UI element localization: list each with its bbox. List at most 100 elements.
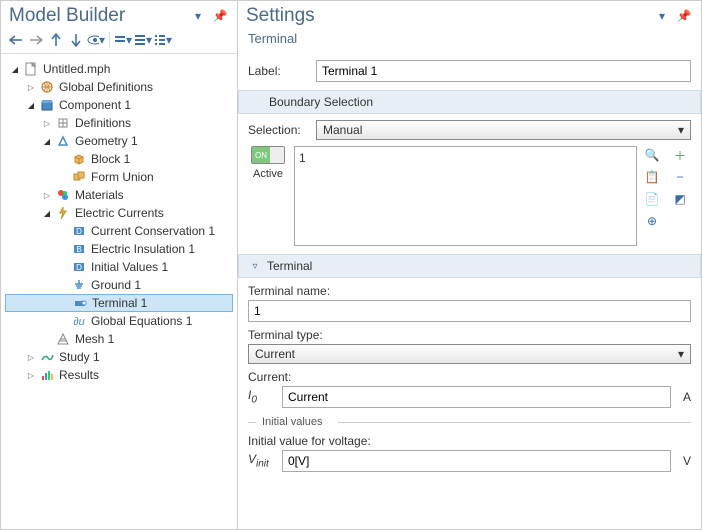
block-icon	[71, 151, 87, 167]
tree-item-untitled-mph[interactable]: ◢Untitled.mph	[5, 60, 233, 78]
show-button[interactable]: ▾	[87, 31, 105, 49]
tree-item-electric-insulation-1[interactable]: B Electric Insulation 1	[5, 240, 233, 258]
add-icon[interactable]: ＋	[671, 146, 689, 164]
current-input[interactable]	[282, 386, 671, 408]
selection-dropdown[interactable]: Manual ▾	[316, 120, 691, 140]
terminal-name-input[interactable]	[248, 300, 691, 322]
twisty-icon[interactable]: ◢	[41, 135, 53, 147]
twisty-icon[interactable]: ◢	[25, 99, 37, 111]
tree-item-component-1[interactable]: ◢ Component 1	[5, 96, 233, 114]
terminal-type-dropdown[interactable]: Current ▾	[248, 344, 691, 364]
iv-icon: D	[71, 259, 87, 275]
zoom-icon[interactable]: 🔍	[643, 146, 661, 164]
tree-item-study-1[interactable]: ▷Study 1	[5, 348, 233, 366]
settings-subtitle: Terminal	[238, 29, 701, 54]
geom-icon	[55, 133, 71, 149]
nav-down-button[interactable]	[67, 31, 85, 49]
study-icon	[39, 349, 55, 365]
list-item[interactable]: 1	[299, 151, 632, 165]
nav-back-button[interactable]	[7, 31, 25, 49]
twisty-icon[interactable]	[57, 261, 69, 273]
twisty-icon[interactable]	[57, 243, 69, 255]
cc-icon: D	[71, 223, 87, 239]
current-unit: A	[677, 390, 691, 404]
term-icon	[72, 295, 88, 311]
minimize-icon[interactable]: ▾	[189, 7, 207, 25]
tree-item-global-equations-1[interactable]: ∂u Global Equations 1	[5, 312, 233, 330]
tree-item-geometry-1[interactable]: ◢Geometry 1	[5, 132, 233, 150]
tree-item-label: Terminal 1	[90, 296, 147, 310]
init-voltage-label: Initial value for voltage:	[248, 434, 691, 448]
nav-forward-button[interactable]	[27, 31, 45, 49]
init-voltage-unit: V	[677, 454, 691, 468]
twisty-icon[interactable]	[57, 225, 69, 237]
toggle-icon[interactable]: ◩	[671, 190, 689, 208]
expand-button[interactable]: ▾	[134, 31, 152, 49]
init-voltage-input[interactable]	[282, 450, 671, 472]
component-icon	[39, 97, 55, 113]
tree-item-label: Global Equations 1	[89, 314, 192, 328]
model-builder-panel: Model Builder ▾ 📌 ▾ ▾ ▾ ▾ ◢Untitled.mph▷…	[1, 1, 238, 529]
minimize-icon[interactable]: ▾	[653, 7, 671, 25]
pin-icon[interactable]: 📌	[675, 7, 693, 25]
twisty-icon[interactable]	[57, 315, 69, 327]
tree-item-label: Component 1	[57, 98, 131, 112]
svg-text:B: B	[76, 245, 81, 254]
paste-icon[interactable]: 📋	[643, 168, 661, 186]
expand-icon: ▿	[249, 260, 261, 272]
tree-item-initial-values-1[interactable]: DInitial Values 1	[5, 258, 233, 276]
twisty-icon[interactable]: ▷	[41, 189, 53, 201]
twisty-icon[interactable]	[57, 153, 69, 165]
selection-listbox[interactable]: 1	[294, 146, 637, 246]
twisty-icon[interactable]	[58, 297, 70, 309]
svg-text:D: D	[76, 227, 82, 236]
ei-icon: B	[71, 241, 87, 257]
collapse-button[interactable]: ▾	[114, 31, 132, 49]
defs-icon	[55, 115, 71, 131]
tree-item-results[interactable]: ▷Results	[5, 366, 233, 384]
tree-item-current-conservation-1[interactable]: DCurrent Conservation 1	[5, 222, 233, 240]
settings-title: Settings	[246, 5, 315, 27]
twisty-icon[interactable]: ◢	[41, 207, 53, 219]
tree-item-terminal-1[interactable]: Terminal 1	[5, 294, 233, 312]
twisty-icon[interactable]: ◢	[9, 63, 21, 75]
init-voltage-symbol: Vinit	[248, 452, 276, 469]
initial-values-fieldset: Initial values	[248, 416, 691, 428]
select-icon[interactable]: ⊕	[643, 212, 661, 230]
label-input[interactable]	[316, 60, 691, 82]
tree-item-mesh-1[interactable]: Mesh 1	[5, 330, 233, 348]
tree-item-materials[interactable]: ▷Materials	[5, 186, 233, 204]
ge-icon: ∂u	[71, 313, 87, 329]
nav-up-button[interactable]	[47, 31, 65, 49]
model-tree[interactable]: ◢Untitled.mph▷Global Definitions ◢ Compone…	[1, 54, 237, 529]
twisty-icon[interactable]: ▷	[25, 351, 37, 363]
tree-item-label: Electric Insulation 1	[89, 242, 195, 256]
pin-icon[interactable]: 📌	[211, 7, 229, 25]
twisty-icon[interactable]	[57, 279, 69, 291]
boundary-selection-header[interactable]: Boundary Selection	[238, 90, 701, 114]
model-builder-title: Model Builder	[9, 5, 125, 27]
tree-item-block-1[interactable]: Block 1	[5, 150, 233, 168]
model-builder-header: Model Builder ▾ 📌	[1, 1, 237, 29]
results-icon	[39, 367, 55, 383]
tree-item-form-union[interactable]: Form Union	[5, 168, 233, 186]
tree-item-definitions[interactable]: ▷Definitions	[5, 114, 233, 132]
twisty-icon[interactable]: ▷	[25, 81, 37, 93]
twisty-icon[interactable]	[57, 171, 69, 183]
twisty-icon[interactable]: ▷	[41, 117, 53, 129]
tree-item-ground-1[interactable]: Ground 1	[5, 276, 233, 294]
chevron-down-icon: ▾	[678, 347, 684, 361]
remove-icon[interactable]: −	[671, 168, 689, 186]
tree-item-label: Electric Currents	[73, 206, 164, 220]
copy-icon[interactable]: 📄	[643, 190, 661, 208]
tree-item-global-definitions[interactable]: ▷Global Definitions	[5, 78, 233, 96]
tree-item-electric-currents[interactable]: ◢ Electric Currents	[5, 204, 233, 222]
twisty-icon[interactable]	[41, 333, 53, 345]
list-button[interactable]: ▾	[154, 31, 172, 49]
twisty-icon[interactable]: ▷	[25, 369, 37, 381]
svg-text:∂u: ∂u	[73, 316, 85, 328]
terminal-section-header[interactable]: ▿ Terminal	[238, 254, 701, 278]
active-toggle[interactable]: ON	[251, 146, 285, 164]
model-builder-toolbar: ▾ ▾ ▾ ▾	[1, 29, 237, 54]
tree-item-label: Block 1	[89, 152, 130, 166]
